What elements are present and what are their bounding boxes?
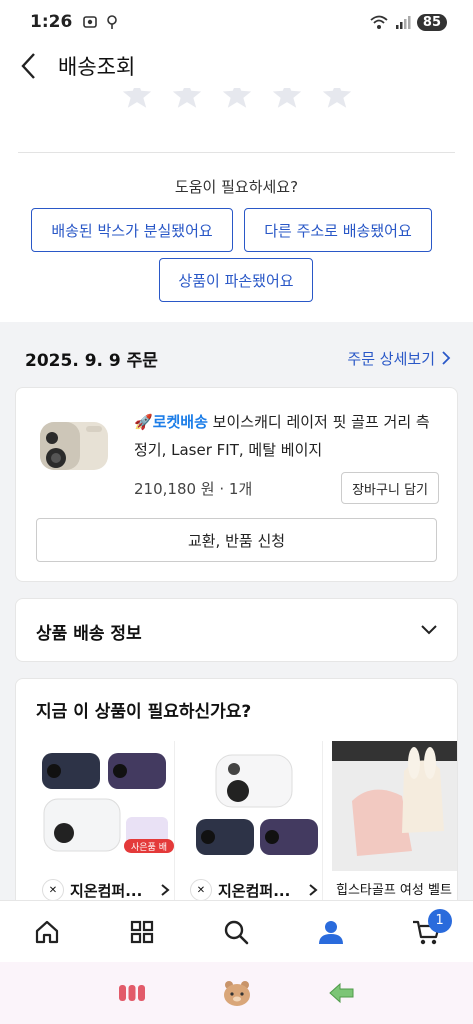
search-icon <box>225 920 249 944</box>
wrong-address-button[interactable]: 다른 주소로 배송됐어요 <box>244 208 432 252</box>
divider <box>18 152 455 153</box>
rating-stars[interactable] <box>120 88 354 118</box>
product-image <box>332 741 457 871</box>
star-icon[interactable] <box>170 88 204 112</box>
order-detail-label: 주문 상세보기 <box>347 349 435 368</box>
location-icon <box>107 15 118 29</box>
star-icon[interactable] <box>270 88 304 112</box>
recommendation-label: 지온컴퍼... <box>70 881 143 900</box>
brand-logo-icon: ✕ <box>190 879 212 901</box>
battery-indicator: 85 <box>416 13 447 31</box>
recommendation-card: 지금 이 상품이 필요하신가요? 사은품 배 ✕ 지온컴퍼... ✕ 지온컴퍼.… <box>15 678 458 918</box>
order-date: 2025. 9. 9 주문 <box>25 350 158 371</box>
nav-cart[interactable]: 1 <box>396 907 456 957</box>
product-image[interactable] <box>36 414 112 478</box>
app-header: 배송조회 <box>0 44 473 88</box>
signal-icon <box>395 16 411 29</box>
recent-apps-icon[interactable] <box>118 982 146 1004</box>
order-product-card: 🚀로켓배송 보이스캐디 레이저 핏 골프 거리 측정기, Laser FIT, … <box>15 387 458 582</box>
nav-search[interactable] <box>206 907 266 957</box>
gift-tag: 사은품 배 <box>131 842 167 853</box>
product-image: 사은품 배 <box>42 753 174 853</box>
status-bar: 1:26 85 <box>0 0 473 44</box>
home-character-icon[interactable] <box>221 979 253 1007</box>
shipping-info-card[interactable]: 상품 배송 정보 <box>15 598 458 662</box>
back-arrow-icon[interactable] <box>328 982 356 1004</box>
order-header: 2025. 9. 9 주문 주문 상세보기 <box>25 338 451 378</box>
chevron-right-icon <box>309 884 318 896</box>
bottom-navigation: 1 <box>0 900 473 962</box>
recommendation-item[interactable]: 힙스타골프 여성 벨트 <box>332 741 457 911</box>
cart-badge: 1 <box>427 908 452 933</box>
wifi-icon <box>370 15 388 29</box>
recommendation-label: 지온컴퍼... <box>218 881 291 900</box>
divider <box>174 741 175 917</box>
rocket-delivery-badge: 로켓배송 <box>152 413 208 431</box>
chevron-right-icon <box>442 351 451 365</box>
home-icon <box>36 920 59 943</box>
back-button[interactable] <box>4 44 54 88</box>
help-title: 도움이 필요하세요? <box>174 178 299 196</box>
chevron-down-icon <box>421 625 437 635</box>
exchange-return-button[interactable]: 교환, 반품 신청 <box>36 518 437 562</box>
damaged-product-button[interactable]: 상품이 파손됐어요 <box>159 258 313 302</box>
shipping-info-title: 상품 배송 정보 <box>36 624 142 644</box>
star-icon[interactable] <box>120 88 154 112</box>
page-title: 배송조회 <box>58 55 136 79</box>
add-to-cart-button[interactable]: 장바구니 담기 <box>341 472 439 504</box>
grid-icon <box>130 920 153 943</box>
chevron-right-icon <box>161 884 170 896</box>
product-name[interactable]: 🚀로켓배송 보이스캐디 레이저 핏 골프 거리 측정기, Laser FIT, … <box>134 408 439 464</box>
user-icon <box>319 920 344 944</box>
recommendation-item[interactable]: 사은품 배 ✕ 지온컴퍼... <box>38 741 174 911</box>
brand-logo-icon: ✕ <box>42 879 64 901</box>
recommendation-label: 힙스타골프 여성 벨트 <box>336 883 452 898</box>
nav-home[interactable] <box>17 907 77 957</box>
product-price: 210,180 원 · 1개 <box>134 479 253 498</box>
chevron-left-icon <box>21 53 35 79</box>
lost-box-button[interactable]: 배송된 박스가 분실됐어요 <box>31 208 233 252</box>
star-icon[interactable] <box>320 88 354 112</box>
screenshot-icon <box>83 16 98 28</box>
nav-category[interactable] <box>112 907 172 957</box>
divider <box>322 741 323 917</box>
system-navigation <box>0 962 473 1024</box>
nav-my-page[interactable] <box>301 907 361 957</box>
star-icon[interactable] <box>220 88 254 112</box>
recommendation-item[interactable]: ✕ 지온컴퍼... <box>186 741 322 911</box>
status-time: 1:26 <box>30 12 73 32</box>
recommendation-title: 지금 이 상품이 필요하신가요? <box>36 702 252 722</box>
product-image <box>196 754 318 855</box>
rocket-icon: 🚀 <box>134 413 153 431</box>
delivery-feedback-card: 도움이 필요하세요? 배송된 박스가 분실됐어요 다른 주소로 배송됐어요 상품… <box>0 88 473 322</box>
order-detail-link[interactable]: 주문 상세보기 <box>347 348 451 369</box>
